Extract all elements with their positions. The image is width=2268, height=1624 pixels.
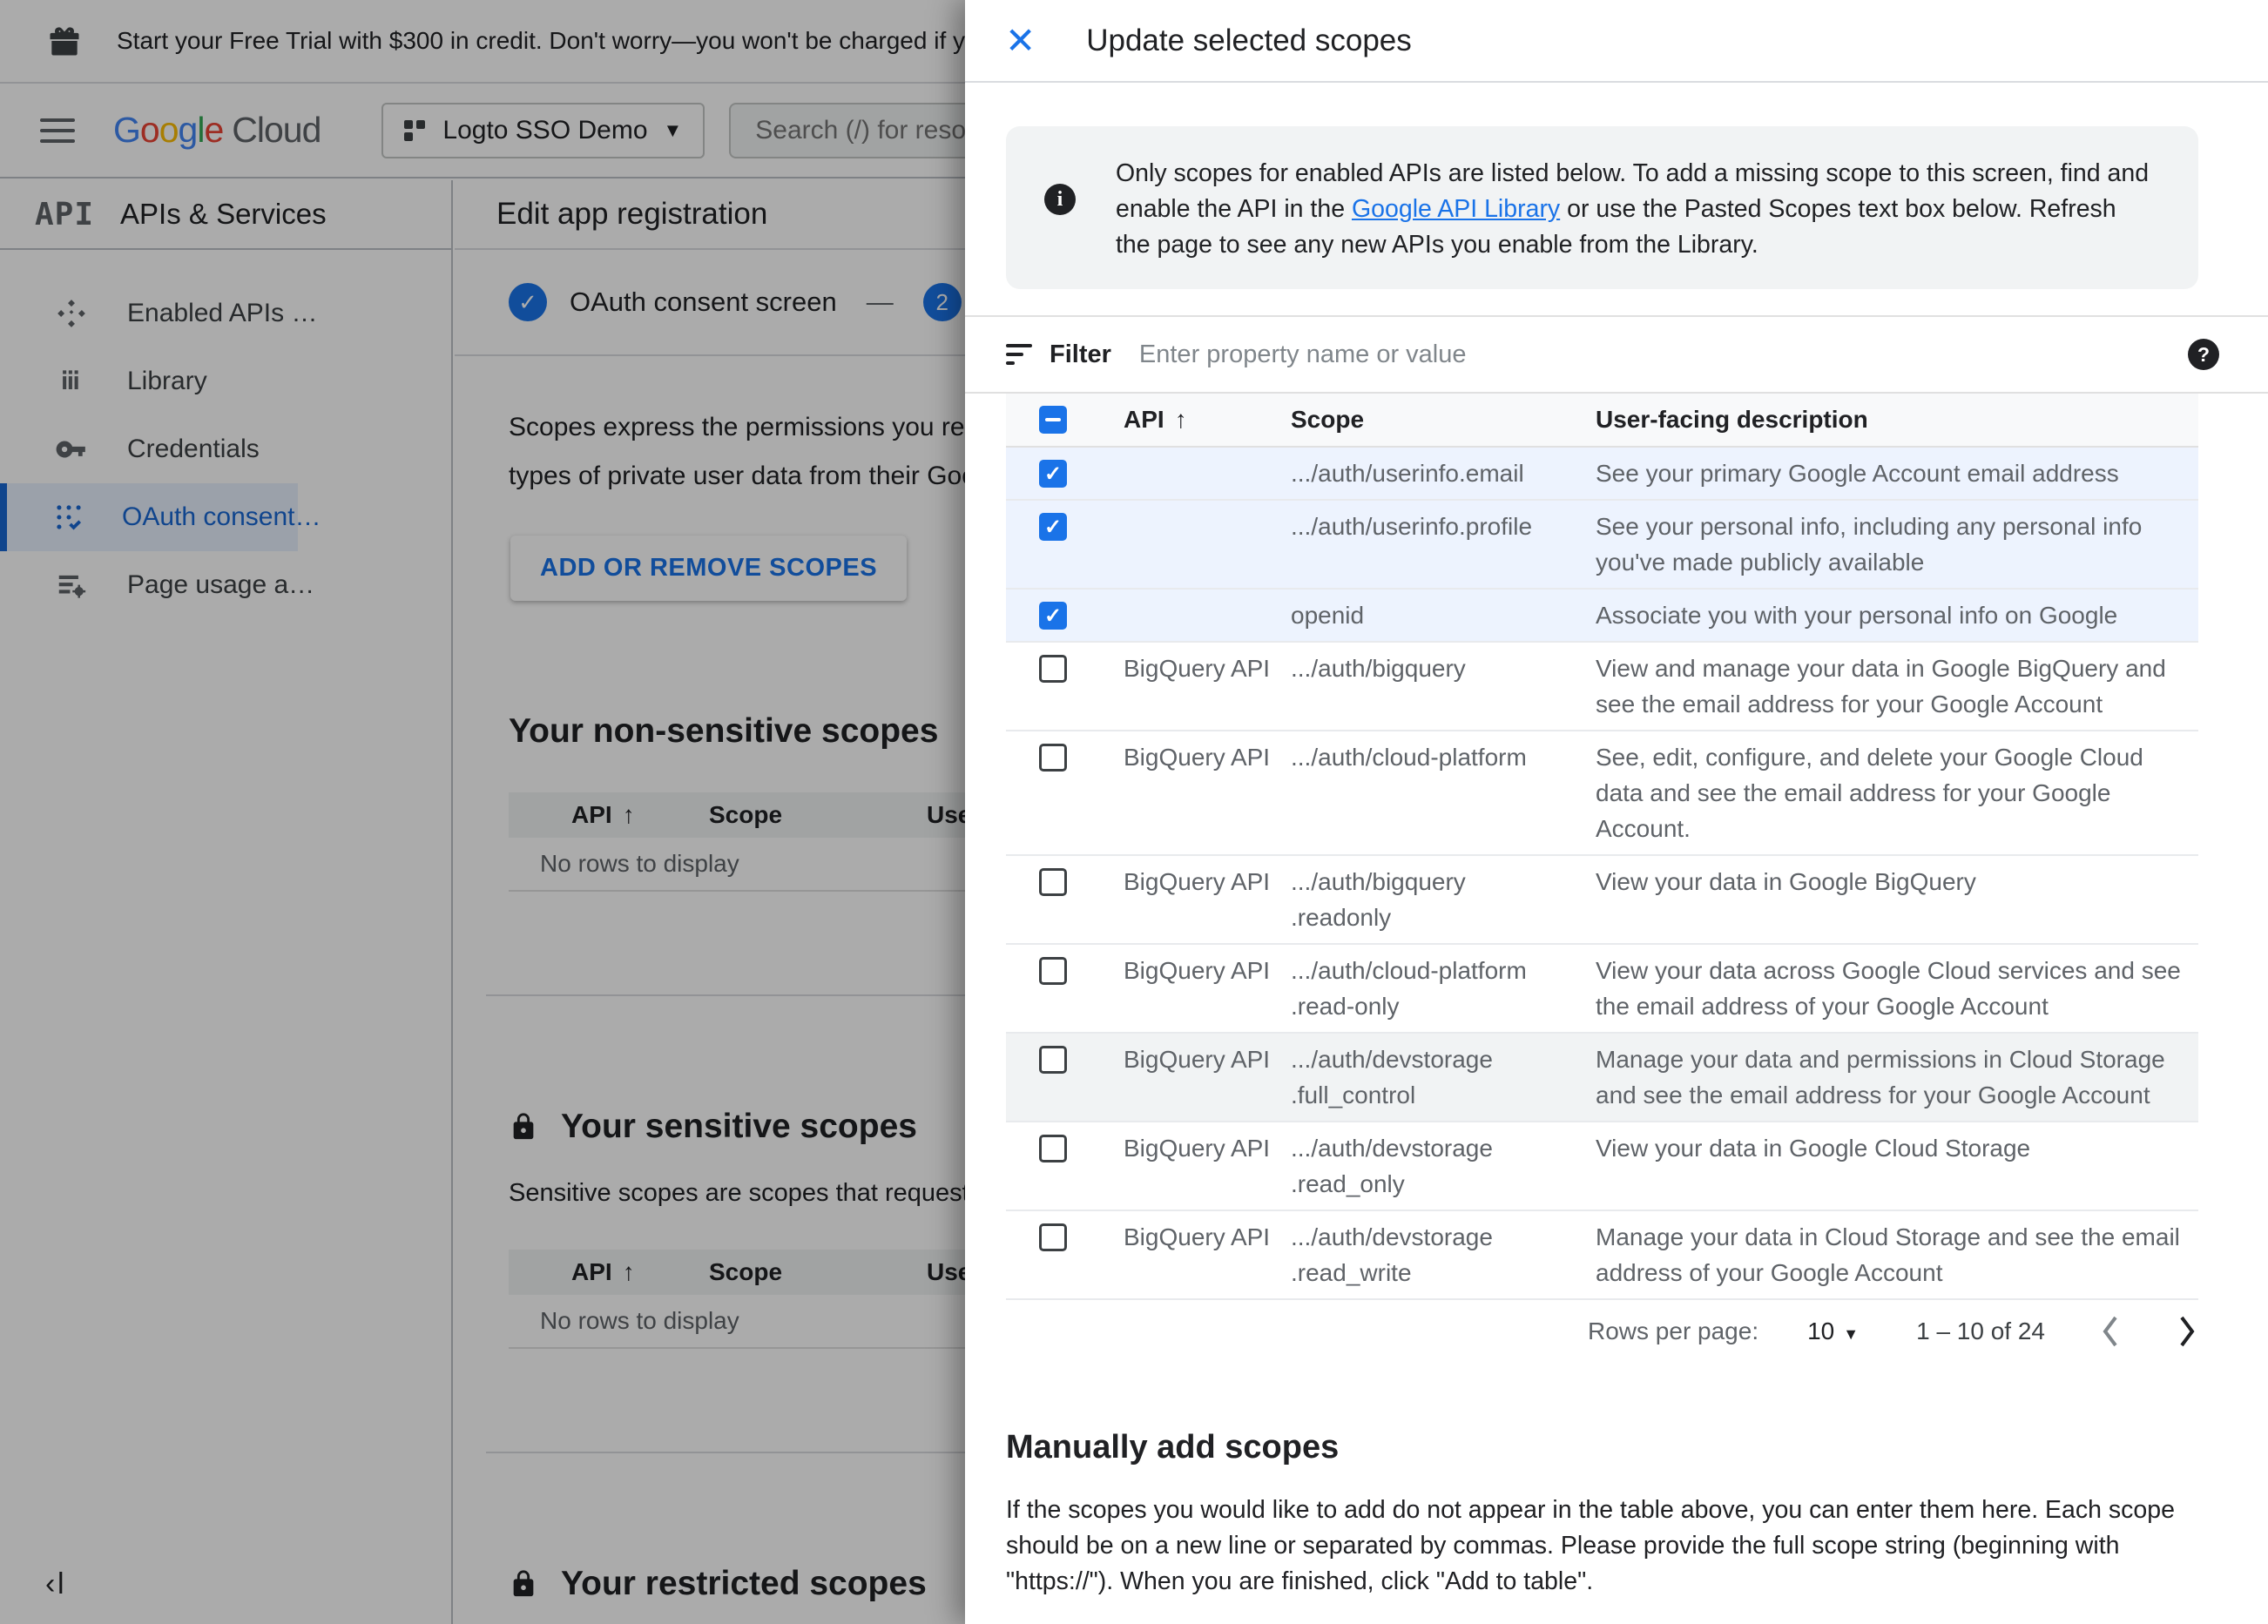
- cell-description: View and manage your data in Google BigQ…: [1596, 655, 2166, 718]
- panel-header: ✕ Update selected scopes: [965, 0, 2268, 83]
- cell-scope: .../auth/bigquery .readonly: [1291, 868, 1466, 931]
- row-checkbox[interactable]: [1039, 744, 1067, 772]
- info-banner: i Only scopes for enabled APIs are liste…: [1006, 126, 2198, 289]
- sort-asc-icon: ↑: [1174, 406, 1187, 433]
- col-scope[interactable]: Scope: [1291, 406, 1596, 434]
- cell-description: View your data across Google Cloud servi…: [1596, 957, 2181, 1020]
- scope-row[interactable]: BigQuery API .../auth/devstorage .full_c…: [1006, 1034, 2198, 1122]
- col-api[interactable]: API ↑: [1124, 406, 1291, 434]
- cell-api: BigQuery API: [1124, 1135, 1271, 1162]
- row-checkbox[interactable]: [1039, 655, 1067, 683]
- scopes-table-header: API ↑ Scope User-facing description: [1006, 394, 2198, 448]
- scope-row[interactable]: ✓ openid Associate you with your persona…: [1006, 590, 2198, 643]
- cell-scope: .../auth/userinfo.email: [1291, 460, 1524, 487]
- next-page-icon[interactable]: [2176, 1314, 2198, 1349]
- close-icon[interactable]: ✕: [1005, 22, 1036, 59]
- prev-page-icon[interactable]: [2099, 1314, 2122, 1349]
- row-checkbox[interactable]: [1039, 957, 1067, 985]
- cell-description: See your primary Google Account email ad…: [1596, 460, 2119, 487]
- cell-api: BigQuery API: [1124, 868, 1271, 895]
- scope-row[interactable]: ✓ .../auth/userinfo.profile See your per…: [1006, 501, 2198, 590]
- row-checkbox[interactable]: [1039, 1046, 1067, 1074]
- cell-scope: .../auth/cloud-platform .read-only: [1291, 957, 1527, 1020]
- row-checkbox[interactable]: [1039, 1223, 1067, 1251]
- cell-scope: .../auth/cloud-platform: [1291, 744, 1527, 771]
- scopes-table-body: ✓ .../auth/userinfo.email See your prima…: [1006, 448, 2198, 1300]
- google-api-library-link[interactable]: Google API Library: [1352, 195, 1560, 223]
- cell-description: View your data in Google Cloud Storage: [1596, 1135, 2031, 1162]
- scope-row[interactable]: BigQuery API .../auth/bigquery .readonly…: [1006, 856, 2198, 945]
- row-checkbox[interactable]: [1039, 1135, 1067, 1162]
- row-checkbox[interactable]: ✓: [1039, 513, 1067, 541]
- info-icon: i: [1044, 184, 1076, 215]
- row-checkbox[interactable]: [1039, 868, 1067, 896]
- cell-description: Associate you with your personal info on…: [1596, 602, 2118, 629]
- cell-scope: openid: [1291, 602, 1365, 629]
- scope-row[interactable]: BigQuery API .../auth/devstorage .read_o…: [1006, 1122, 2198, 1211]
- scope-row[interactable]: BigQuery API .../auth/bigquery View and …: [1006, 643, 2198, 731]
- scope-row[interactable]: ✓ .../auth/userinfo.email See your prima…: [1006, 448, 2198, 501]
- scope-row[interactable]: BigQuery API .../auth/devstorage .read_w…: [1006, 1211, 2198, 1300]
- pagination: Rows per page: 10 ▼ 1 – 10 of 24: [1006, 1300, 2198, 1363]
- filter-label: Filter: [1050, 340, 1111, 368]
- filter-input[interactable]: [1138, 340, 2188, 369]
- manually-add-scopes-title: Manually add scopes: [1006, 1429, 1340, 1466]
- filter-bar: Filter ?: [965, 315, 2268, 394]
- filter-icon: [1006, 344, 1032, 365]
- select-all-checkbox[interactable]: [1039, 406, 1067, 434]
- cell-api: BigQuery API: [1124, 1223, 1271, 1250]
- rows-per-page-select[interactable]: 10 ▼: [1807, 1317, 1859, 1345]
- chevron-down-icon: ▼: [1843, 1325, 1860, 1343]
- info-text: Only scopes for enabled APIs are listed …: [1116, 159, 2150, 259]
- rows-per-page-label: Rows per page:: [1588, 1317, 1759, 1344]
- cell-scope: .../auth/userinfo.profile: [1291, 513, 1533, 540]
- cell-api: BigQuery API: [1124, 744, 1271, 771]
- cell-scope: .../auth/devstorage .read_only: [1291, 1135, 1493, 1197]
- cell-scope: .../auth/devstorage .full_control: [1291, 1046, 1493, 1108]
- cell-description: Manage your data and permissions in Clou…: [1596, 1046, 2165, 1108]
- scope-row[interactable]: BigQuery API .../auth/cloud-platform .re…: [1006, 945, 2198, 1034]
- cell-description: See, edit, configure, and delete your Go…: [1596, 744, 2143, 842]
- cell-scope: .../auth/bigquery: [1291, 655, 1466, 682]
- panel-title: Update selected scopes: [1086, 23, 1412, 57]
- update-scopes-panel: ✕ Update selected scopes i Only scopes f…: [965, 0, 2268, 1624]
- cell-scope: .../auth/devstorage .read_write: [1291, 1223, 1493, 1286]
- row-checkbox[interactable]: ✓: [1039, 460, 1067, 488]
- scope-row[interactable]: BigQuery API .../auth/cloud-platform See…: [1006, 731, 2198, 856]
- cell-description: Manage your data in Cloud Storage and se…: [1596, 1223, 2180, 1286]
- cell-description: See your personal info, including any pe…: [1596, 513, 2143, 576]
- manually-add-scopes-description: If the scopes you would like to add do n…: [1006, 1496, 2175, 1595]
- cell-api: BigQuery API: [1124, 957, 1271, 984]
- cell-api: BigQuery API: [1124, 655, 1271, 682]
- pagination-range: 1 – 10 of 24: [1916, 1317, 2045, 1344]
- col-desc[interactable]: User-facing description: [1596, 406, 2198, 434]
- cell-api: BigQuery API: [1124, 1046, 1271, 1073]
- help-icon[interactable]: ?: [2188, 339, 2219, 370]
- cell-description: View your data in Google BigQuery: [1596, 868, 1976, 895]
- row-checkbox[interactable]: ✓: [1039, 602, 1067, 630]
